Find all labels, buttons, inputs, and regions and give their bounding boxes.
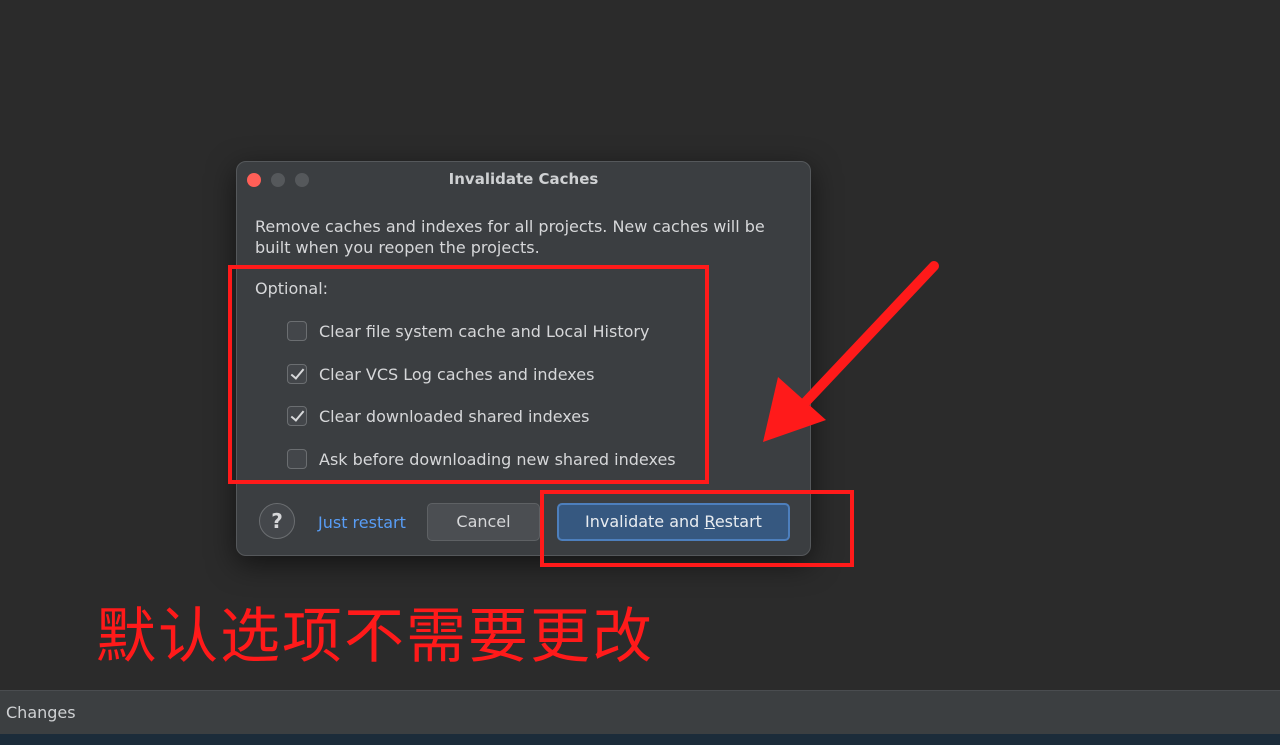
tool-window-bar: Changes: [0, 690, 1280, 734]
annotation-note: 默认选项不需要更改: [96, 602, 654, 672]
status-strip: [0, 734, 1280, 745]
changes-tool-window-tab[interactable]: Changes: [6, 703, 76, 722]
